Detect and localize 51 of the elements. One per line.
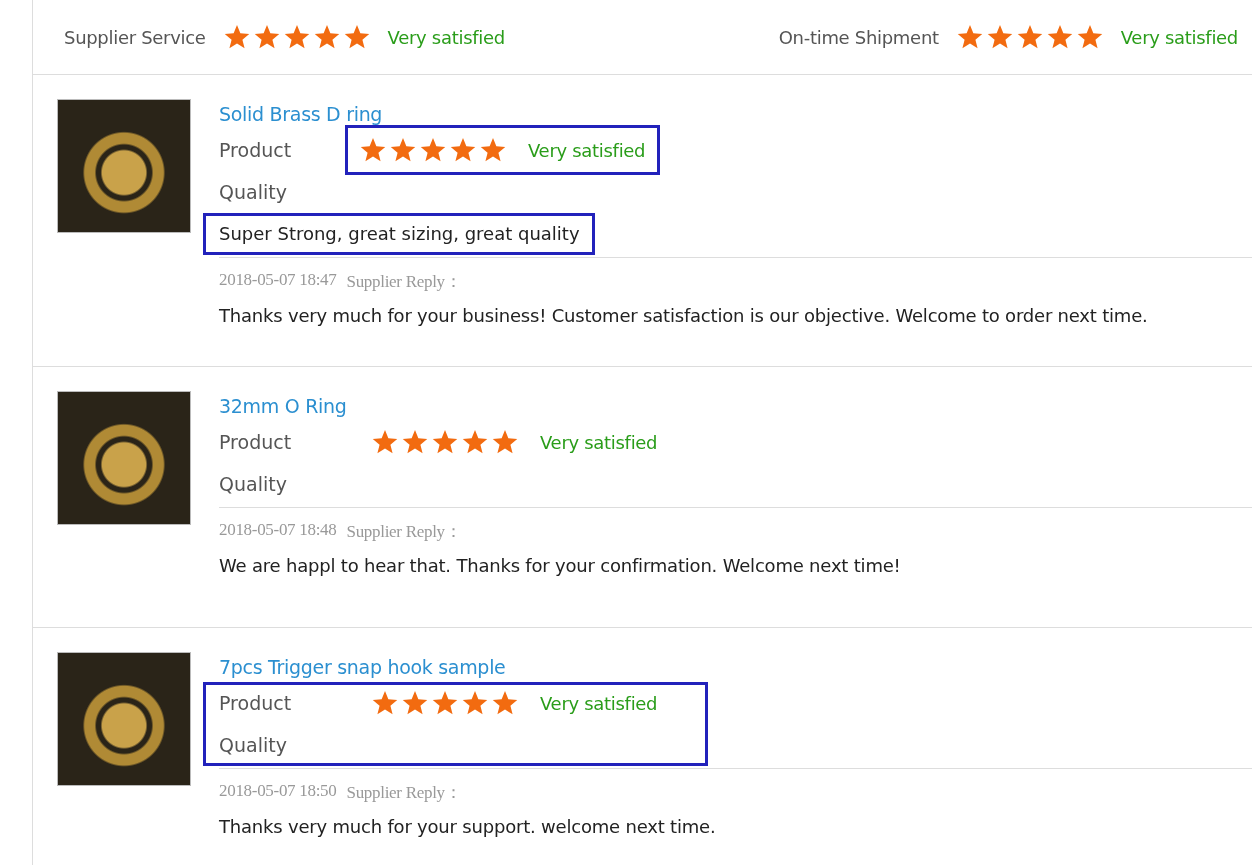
star-icon (390, 137, 416, 163)
rating-label: Product (218, 692, 293, 714)
star-icon (432, 690, 458, 716)
rating-label: Quality (218, 473, 288, 495)
reply-time: 2018-05-07 18:48 (219, 520, 337, 541)
rating-label: Product (218, 139, 293, 161)
reply-time: 2018-05-07 18:50 (219, 781, 337, 802)
rating-verdict: Very satisfied (1120, 26, 1238, 48)
star-icon (956, 24, 983, 50)
product-link[interactable]: 32mm O Ring (219, 391, 1252, 421)
star-icon (432, 429, 458, 455)
reply-time: 2018-05-07 18:47 (219, 270, 337, 291)
star-icon (462, 690, 488, 716)
rating-label: Product (218, 431, 293, 453)
reply-label: Supplier Reply： (346, 521, 462, 543)
star-icon (402, 690, 428, 716)
rating-verdict: Very satisfied (528, 139, 646, 161)
star-icon (462, 429, 488, 455)
star-icon (283, 24, 310, 50)
star-icon (1016, 24, 1043, 50)
star-icon (223, 24, 250, 50)
star-icon (402, 429, 428, 455)
star-icon (1076, 24, 1103, 50)
product-link[interactable]: Solid Brass D ring (219, 99, 1252, 129)
reply-label: Supplier Reply： (346, 782, 462, 804)
reply-text: Thanks very much for your business! Customer satisfaction is our objective. Welcome to order next time. (219, 305, 1149, 326)
rating-label: Supplier Service (64, 26, 206, 48)
star-icon (450, 137, 476, 163)
star-icon (253, 24, 280, 50)
product-link[interactable]: 7pcs Trigger snap hook sample (219, 652, 1252, 682)
reply-label: Supplier Reply： (346, 271, 462, 293)
reply-text: We are happl to hear that. Thanks for your confirmation. Welcome next time! (219, 555, 902, 576)
rating-verdict: Very satisfied (387, 26, 505, 48)
star-icon (313, 24, 340, 50)
star-icon (420, 137, 446, 163)
rating-verdict: Very satisfied (540, 431, 658, 453)
review-comment: Super Strong, great sizing, great quality (219, 222, 580, 246)
star-icon (492, 429, 518, 455)
rating-label: Quality (218, 181, 288, 203)
star-icon (492, 690, 518, 716)
rating-label: On-time Shipment (778, 26, 939, 48)
rating-label: Quality (218, 734, 288, 756)
star-icon (986, 24, 1013, 50)
star-icon (360, 137, 386, 163)
star-icon (372, 429, 398, 455)
reply-text: Thanks very much for your support. welcome next time. (219, 816, 717, 837)
star-icon (480, 137, 506, 163)
star-icon (372, 690, 398, 716)
star-icon (1046, 24, 1073, 50)
rating-verdict: Very satisfied (540, 692, 658, 714)
star-icon (343, 24, 370, 50)
